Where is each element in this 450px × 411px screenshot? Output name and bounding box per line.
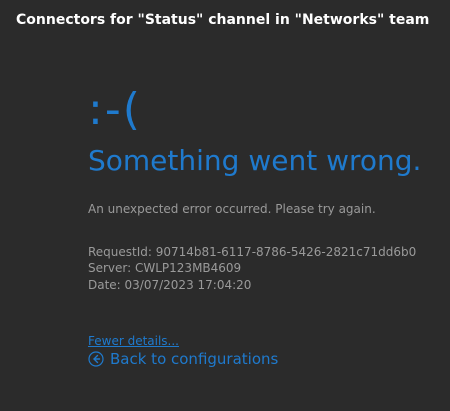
error-message: An unexpected error occurred. Please try… — [88, 201, 376, 216]
back-to-configurations-label: Back to configurations — [110, 349, 279, 368]
server-id: Server: CWLP123MB4609 — [88, 261, 242, 276]
error-panel: :-( Something went wrong. An unexpected … — [88, 88, 438, 368]
back-to-configurations-link[interactable]: Back to configurations — [88, 350, 438, 368]
dialog-title: Connectors for "Status" channel in "Netw… — [16, 12, 430, 28]
error-details: RequestId: 90714b81-6117-8786-5426-2821c… — [88, 244, 438, 294]
circle-left-arrow-icon — [88, 351, 104, 367]
error-headline: Something went wrong. — [88, 144, 422, 177]
fewer-details-link[interactable]: Fewer details... — [88, 334, 179, 348]
error-date: Date: 03/07/2023 17:04:20 — [88, 278, 252, 293]
sad-face-emoticon: :-( — [88, 84, 142, 135]
error-links: Fewer details... Back to configurations — [88, 330, 438, 368]
connectors-dialog: Connectors for "Status" channel in "Netw… — [0, 0, 450, 411]
request-id: RequestId: 90714b81-6117-8786-5426-2821c… — [88, 244, 417, 259]
